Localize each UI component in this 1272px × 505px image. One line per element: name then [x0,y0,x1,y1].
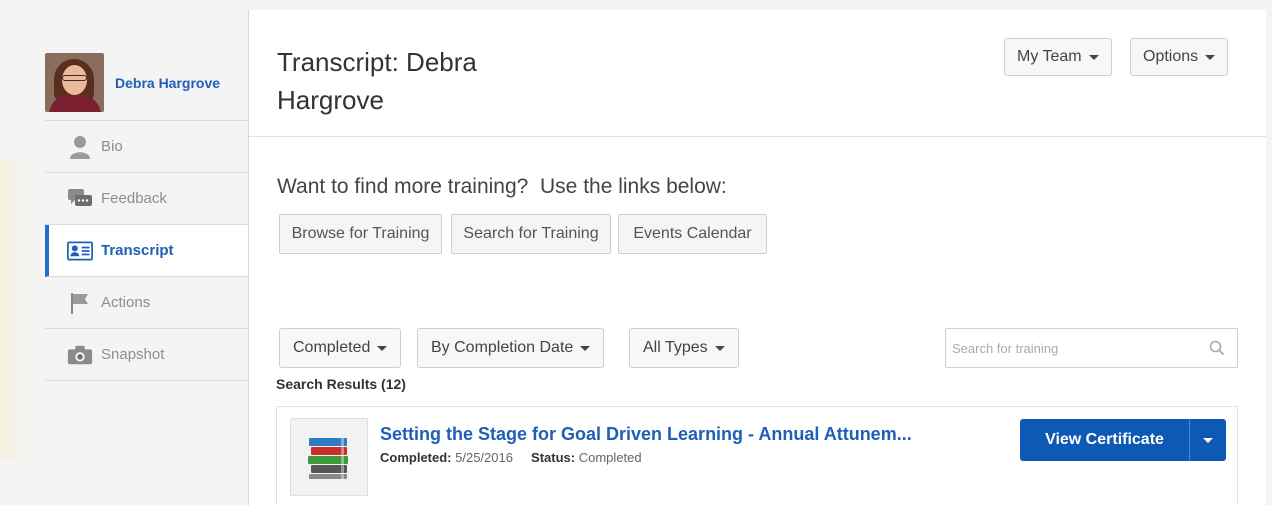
options-label: Options [1143,48,1199,65]
flag-icon [67,291,93,315]
page-title: Transcript: Debra Hargrove [277,47,477,115]
training-meta: Completed: 5/25/2016 Status: Completed [380,450,642,465]
list-item: Setting the Stage for Goal Driven Learni… [276,406,1238,505]
view-certificate-split-button: View Certificate [1020,419,1226,461]
camera-icon [67,343,93,367]
my-team-label: My Team [1017,48,1082,65]
chevron-down-icon [1205,54,1216,60]
search-training-button[interactable]: Search for Training [451,214,611,254]
sidebar: Debra Hargrove Bio Feedback Transcript A… [45,45,248,381]
search-box [945,328,1238,368]
completed-label: Completed: [380,450,452,465]
events-calendar-button[interactable]: Events Calendar [618,214,767,254]
type-filter-label: All Types [643,339,708,356]
sidebar-item-label: Snapshot [101,346,165,363]
completed-date: 5/25/2016 [455,450,513,465]
chat-icon [67,187,93,211]
sidebar-item-bio[interactable]: Bio [45,121,248,173]
sidebar-item-snapshot[interactable]: Snapshot [45,329,248,381]
profile-name[interactable]: Debra Hargrove [115,75,220,91]
my-team-button[interactable]: My Team [1004,38,1112,76]
find-training-text: Want to find more training? Use the link… [277,175,727,198]
chevron-down-icon [377,345,388,351]
sort-filter-dropdown[interactable]: By Completion Date [417,328,605,368]
search-icon[interactable] [1209,340,1225,361]
search-results-count: Search Results (12) [276,376,406,392]
status-filter-dropdown[interactable]: Completed [279,328,402,368]
view-certificate-button[interactable]: View Certificate [1020,419,1190,461]
status-label: Status: [531,450,576,465]
status-value: Completed [578,450,642,465]
sidebar-item-label: Transcript [101,242,174,259]
avatar[interactable] [45,53,104,112]
chevron-down-icon [714,345,725,351]
background-glow [0,160,30,460]
chevron-down-icon [1203,437,1213,443]
sidebar-item-label: Feedback [101,190,167,207]
chevron-down-icon [1088,54,1099,60]
type-filter-dropdown[interactable]: All Types [629,328,739,368]
transcript-icon [67,239,93,263]
sidebar-item-feedback[interactable]: Feedback [45,173,248,225]
books-icon [290,418,368,496]
options-button[interactable]: Options [1130,38,1229,76]
person-icon [67,135,93,159]
main-panel: Transcript: Debra Hargrove My Team Optio… [248,10,1266,505]
sidebar-item-transcript[interactable]: Transcript [45,225,248,277]
sidebar-item-actions[interactable]: Actions [45,277,248,329]
page-header: Transcript: Debra Hargrove My Team Optio… [249,10,1266,137]
browse-training-button[interactable]: Browse for Training [279,214,442,254]
sidebar-item-label: Bio [101,138,123,155]
sort-filter-label: By Completion Date [431,339,574,356]
status-filter-label: Completed [293,339,371,356]
profile-header: Debra Hargrove [45,45,248,121]
training-title-link[interactable]: Setting the Stage for Goal Driven Learni… [380,424,912,445]
search-input[interactable] [946,329,1196,367]
sidebar-item-label: Actions [101,294,151,311]
chevron-down-icon [580,345,591,351]
certificate-options-dropdown[interactable] [1190,419,1226,461]
